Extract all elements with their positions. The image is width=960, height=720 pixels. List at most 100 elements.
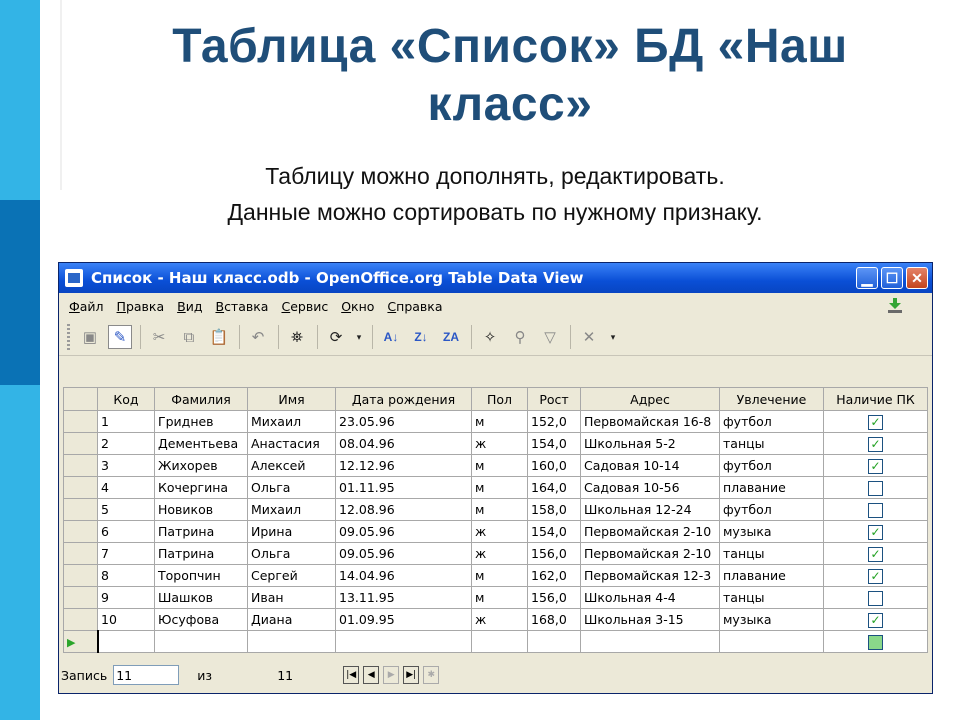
maximize-button[interactable]: ☐ [881, 267, 903, 289]
table-cell-height[interactable]: 154,0 [527, 520, 581, 543]
table-row[interactable]: 9 Шашков Иван 13.11.95 м 156,0 Школьная 4-4 тан… [63, 586, 928, 609]
table-cell-hobby[interactable]: плавание [719, 476, 824, 499]
table-cell-address[interactable]: Садовая 10-14 [580, 454, 720, 477]
table-cell-last[interactable]: Патрина [154, 520, 248, 543]
column-header[interactable]: Наличие ПК [823, 387, 928, 411]
checkbox-checked[interactable]: ✓ [868, 436, 883, 452]
table-cell-empty[interactable] [335, 630, 472, 653]
table-cell-id[interactable]: 8 [97, 564, 155, 587]
table-cell-hobby[interactable]: танцы [719, 586, 824, 609]
table-cell-height[interactable]: 162,0 [527, 564, 581, 587]
table-cell-height[interactable]: 152,0 [527, 410, 581, 433]
table-cell-first[interactable]: Михаил [247, 498, 336, 521]
table-row[interactable]: 7 Патрина Ольга 09.05.96 ж 156,0 Первомайская … [63, 542, 928, 565]
table-cell-first[interactable]: Ирина [247, 520, 336, 543]
table-cell-height[interactable]: 156,0 [527, 586, 581, 609]
table-cell-sex[interactable]: м [471, 586, 528, 609]
table-cell-empty[interactable] [96, 630, 155, 653]
row-header[interactable] [63, 498, 98, 521]
table-cell-hobby[interactable]: танцы [719, 542, 824, 565]
table-cell-address[interactable]: Первомайская 2-10 [580, 520, 720, 543]
refresh-dropdown-icon[interactable]: ▾ [354, 325, 364, 349]
menu-insert[interactable]: Вставка [215, 299, 268, 314]
table-cell-address[interactable]: Первомайская 2-10 [580, 542, 720, 565]
copy-icon[interactable]: ⧉ [177, 325, 201, 349]
checkbox-unchecked[interactable] [868, 502, 883, 518]
checkbox-checked[interactable]: ✓ [868, 524, 883, 540]
table-cell-dob[interactable]: 01.11.95 [335, 476, 472, 499]
table-row[interactable]: 4 Кочергина Ольга 01.11.95 м 164,0 Садовая 10-… [63, 476, 928, 499]
table-cell-height[interactable]: 160,0 [527, 454, 581, 477]
table-cell-first[interactable]: Иван [247, 586, 336, 609]
table-cell-height[interactable]: 164,0 [527, 476, 581, 499]
table-cell-first[interactable]: Сергей [247, 564, 336, 587]
table-cell-id[interactable]: 2 [97, 432, 155, 455]
row-header[interactable] [63, 454, 98, 477]
table-cell-sex[interactable]: м [471, 410, 528, 433]
refresh-icon[interactable]: ⟳ [324, 325, 348, 349]
table-cell-last[interactable]: Кочергина [154, 476, 248, 499]
filter-icon[interactable]: ▽ [538, 325, 562, 349]
table-cell-hobby[interactable]: плавание [719, 564, 824, 587]
table-cell-hobby[interactable]: музыка [719, 520, 824, 543]
remove-filter-icon[interactable]: ✕ [577, 325, 601, 349]
table-cell-pc[interactable] [823, 498, 928, 521]
table-cell-height[interactable]: 168,0 [527, 608, 581, 631]
table-cell-pc[interactable]: ✓ [823, 454, 928, 477]
checkbox-unchecked[interactable] [868, 590, 883, 606]
table-cell-sex[interactable]: ж [471, 542, 528, 565]
table-cell-first[interactable]: Ольга [247, 476, 336, 499]
row-header[interactable] [63, 608, 98, 631]
table-cell-last[interactable]: Новиков [154, 498, 248, 521]
table-cell-dob[interactable]: 23.05.96 [335, 410, 472, 433]
toolbar-grip[interactable] [67, 324, 70, 350]
undo-icon[interactable]: ↶ [246, 325, 270, 349]
row-header[interactable] [63, 564, 98, 587]
column-header[interactable]: Код [97, 387, 155, 411]
standard-filter-icon[interactable]: ⚲ [508, 325, 532, 349]
table-cell-height[interactable]: 158,0 [527, 498, 581, 521]
menu-view[interactable]: Вид [177, 299, 202, 314]
table-cell-hobby[interactable]: футбол [719, 498, 824, 521]
table-cell-dob[interactable]: 12.08.96 [335, 498, 472, 521]
table-cell-last[interactable]: Патрина [154, 542, 248, 565]
table-cell-empty[interactable] [154, 630, 248, 653]
new-record-button[interactable]: ✱ [423, 666, 440, 684]
menu-window[interactable]: Окно [341, 299, 374, 314]
row-header[interactable] [63, 476, 98, 499]
table-cell-id[interactable]: 3 [97, 454, 155, 477]
table-cell-address[interactable]: Школьная 5-2 [580, 432, 720, 455]
save-icon[interactable]: ▣ [78, 325, 102, 349]
paste-icon[interactable]: 📋 [207, 325, 231, 349]
table-cell-dob[interactable]: 09.05.96 [335, 520, 472, 543]
toolbar-more-icon[interactable]: ▾ [607, 325, 619, 349]
table-cell-hobby[interactable]: танцы [719, 432, 824, 455]
table-cell-address[interactable]: Школьная 12-24 [580, 498, 720, 521]
checkbox-unchecked[interactable] [868, 480, 883, 496]
table-cell-empty[interactable] [247, 630, 336, 653]
table-cell-first[interactable]: Анастасия [247, 432, 336, 455]
table-cell-empty[interactable] [527, 630, 581, 653]
table-cell-id[interactable]: 6 [97, 520, 155, 543]
table-cell-dob[interactable]: 08.04.96 [335, 432, 472, 455]
table-cell-id[interactable]: 10 [97, 608, 155, 631]
checkbox-checked[interactable]: ✓ [868, 414, 883, 430]
sort-descending-icon[interactable]: Z↓ [409, 325, 433, 349]
table-cell-pc[interactable] [823, 476, 928, 499]
table-cell-last[interactable]: Жихорев [154, 454, 248, 477]
table-cell-last[interactable]: Дементьева [154, 432, 248, 455]
table-cell-hobby[interactable]: футбол [719, 410, 824, 433]
sort-icon[interactable]: ZA [439, 325, 463, 349]
column-header[interactable]: Увлечение [719, 387, 824, 411]
edit-data-icon[interactable]: ✎ [108, 325, 132, 349]
table-cell-sex[interactable]: ж [471, 432, 528, 455]
table-cell-last[interactable]: Шашков [154, 586, 248, 609]
table-row[interactable]: 6 Патрина Ирина 09.05.96 ж 154,0 Первомайская … [63, 520, 928, 543]
sort-ascending-icon[interactable]: A↓ [379, 325, 403, 349]
checkbox-checked[interactable]: ✓ [868, 612, 883, 628]
cut-icon[interactable]: ✂ [147, 325, 171, 349]
table-cell-pc[interactable] [823, 586, 928, 609]
table-cell-address[interactable]: Первомайская 16-8 [580, 410, 720, 433]
table-row[interactable]: 5 Новиков Михаил 12.08.96 м 158,0 Школьная 12-… [63, 498, 928, 521]
window-titlebar[interactable]: Список - Наш класс.odb - OpenOffice.org … [59, 263, 932, 293]
